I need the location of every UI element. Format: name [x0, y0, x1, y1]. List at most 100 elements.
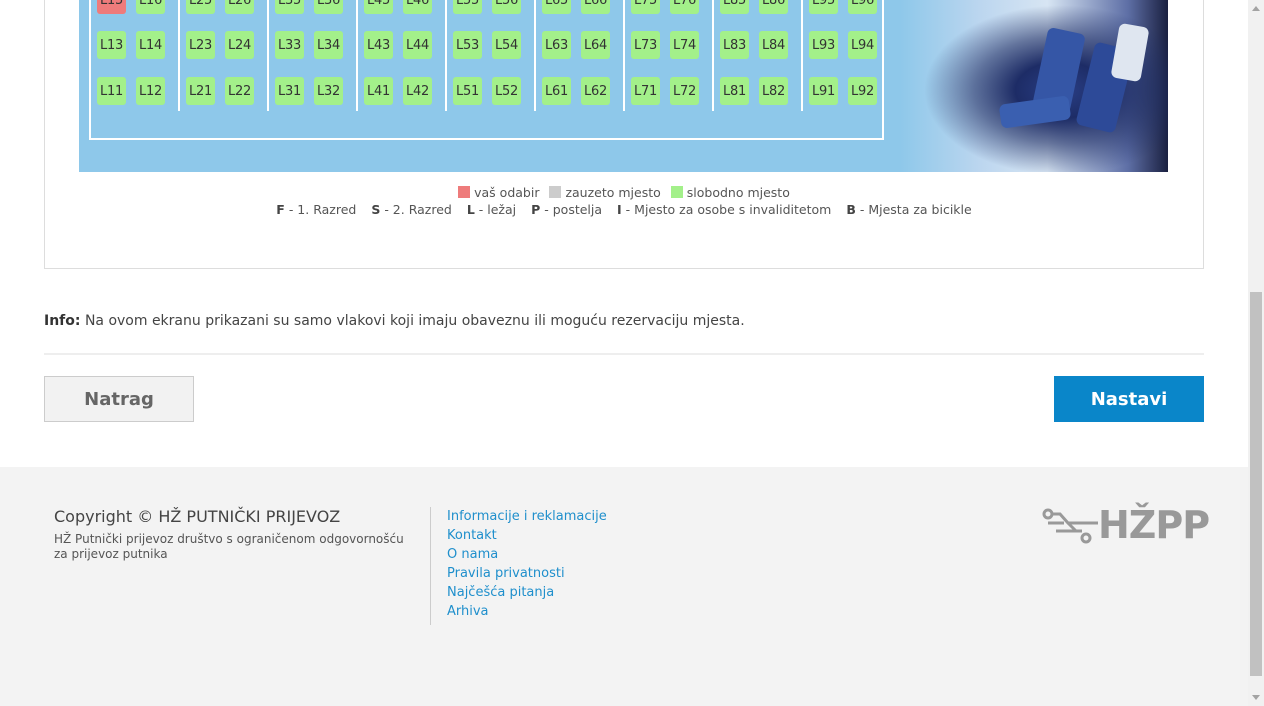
seat-l73[interactable]: L73	[631, 31, 660, 59]
seat-l65[interactable]: L65	[542, 0, 571, 14]
legend-key: S	[371, 202, 381, 217]
legend-text: - 2. Razred	[384, 202, 452, 217]
seat-l16[interactable]: L16	[136, 0, 165, 14]
seat-l35[interactable]: L35	[275, 0, 304, 14]
seat-l63[interactable]: L63	[542, 31, 571, 59]
seat-l32[interactable]: L32	[314, 77, 343, 105]
legend-free: slobodno mjesto	[686, 185, 790, 200]
continue-button[interactable]: Nastavi	[1054, 376, 1204, 422]
seat-l26[interactable]: L26	[225, 0, 254, 14]
legend-text: - Mjesta za bicikle	[859, 202, 972, 217]
cabin: L15 L16 L13 L14 L11 L12	[91, 0, 180, 111]
footer-copyright: Copyright © HŽ PUTNIČKI PRIJEVOZ HŽ Putn…	[54, 507, 414, 562]
seat-l82[interactable]: L82	[759, 77, 788, 105]
legend-selected: vaš odabir	[474, 185, 540, 200]
seat-l42[interactable]: L42	[403, 77, 432, 105]
seat-l85[interactable]: L85	[720, 0, 749, 14]
seat-l44[interactable]: L44	[403, 31, 432, 59]
back-button[interactable]: Natrag	[44, 376, 194, 422]
seat-l71[interactable]: L71	[631, 77, 660, 105]
seat-map-panel: L15 L16 L13 L14 L11 L12 L25 L26 L23 L24 L21 L22 L35 L…	[44, 0, 1204, 269]
footer-link-archive[interactable]: Arhiva	[447, 602, 607, 621]
seat-l64[interactable]: L64	[581, 31, 610, 59]
legend-text: - Mjesto za osobe s invaliditetom	[625, 202, 832, 217]
scroll-up-icon[interactable]	[1252, 6, 1260, 11]
info-label: Info:	[44, 313, 81, 329]
seat-l81[interactable]: L81	[720, 77, 749, 105]
footer-link-faq[interactable]: Najčešća pitanja	[447, 583, 607, 602]
cabin: L75 L76 L73 L74 L71 L72	[625, 0, 714, 111]
seat-l95[interactable]: L95	[809, 0, 838, 14]
logo-text: HŽPP	[1098, 503, 1210, 547]
seat-l72[interactable]: L72	[670, 77, 699, 105]
cabin: L85 L86 L83 L84 L81 L82	[714, 0, 803, 111]
seat-l55[interactable]: L55	[453, 0, 482, 14]
legend-key: P	[531, 202, 541, 217]
seat-l84[interactable]: L84	[759, 31, 788, 59]
footer-link-privacy[interactable]: Pravila privatnosti	[447, 564, 607, 583]
seat-l46[interactable]: L46	[403, 0, 432, 14]
seat-l43[interactable]: L43	[364, 31, 393, 59]
rail-circuit-icon	[1042, 508, 1098, 544]
seat-map: L15 L16 L13 L14 L11 L12 L25 L26 L23 L24 L21 L22 L35 L…	[79, 0, 1168, 172]
seat-l74[interactable]: L74	[670, 31, 699, 59]
cabin: L35 L36 L33 L34 L31 L32	[269, 0, 358, 111]
seat-l11[interactable]: L11	[97, 77, 126, 105]
seat-l83[interactable]: L83	[720, 31, 749, 59]
seat-l15[interactable]: L15	[97, 0, 126, 14]
info-text: Na ovom ekranu prikazani su samo vlakovi…	[84, 313, 745, 329]
seat-l75[interactable]: L75	[631, 0, 660, 14]
seat-l36[interactable]: L36	[314, 0, 343, 14]
class-legend: F - 1. Razred S - 2. Razred L - ležaj P …	[45, 202, 1203, 217]
seat-l51[interactable]: L51	[453, 77, 482, 105]
cabin: L45 L46 L43 L44 L41 L42	[358, 0, 447, 111]
seat-l12[interactable]: L12	[136, 77, 165, 105]
seat-l23[interactable]: L23	[186, 31, 215, 59]
footer-link-contact[interactable]: Kontakt	[447, 526, 607, 545]
footer-link-info[interactable]: Informacije i reklamacije	[447, 507, 607, 526]
seat-l94[interactable]: L94	[848, 31, 877, 59]
seat-l25[interactable]: L25	[186, 0, 215, 14]
legend-key: L	[466, 202, 475, 217]
seat-l31[interactable]: L31	[275, 77, 304, 105]
info-message: Info: Na ovom ekranu prikazani su samo v…	[44, 313, 745, 329]
selected-swatch	[458, 186, 471, 198]
cabin: L55 L56 L53 L54 L51 L52	[447, 0, 536, 111]
divider	[44, 353, 1204, 355]
seat-l24[interactable]: L24	[225, 31, 254, 59]
cabin: L25 L26 L23 L24 L21 L22	[180, 0, 269, 111]
seat-l96[interactable]: L96	[848, 0, 877, 14]
seat-l53[interactable]: L53	[453, 31, 482, 59]
free-swatch	[670, 186, 683, 198]
seat-l13[interactable]: L13	[97, 31, 126, 59]
seat-l62[interactable]: L62	[581, 77, 610, 105]
seat-l22[interactable]: L22	[225, 77, 254, 105]
footer-link-about[interactable]: O nama	[447, 545, 607, 564]
scrollbar-thumb[interactable]	[1250, 292, 1262, 676]
seat-l66[interactable]: L66	[581, 0, 610, 14]
page: L15 L16 L13 L14 L11 L12 L25 L26 L23 L24 L21 L22 L35 L…	[0, 0, 1248, 706]
seat-l52[interactable]: L52	[492, 77, 521, 105]
footer-links: Informacije i reklamacije Kontakt O nama…	[430, 507, 607, 625]
seat-l33[interactable]: L33	[275, 31, 304, 59]
copyright-text: Copyright © HŽ PUTNIČKI PRIJEVOZ	[54, 507, 341, 526]
coach-layout: L15 L16 L13 L14 L11 L12 L25 L26 L23 L24 L21 L22 L35 L…	[89, 0, 884, 140]
seat-l86[interactable]: L86	[759, 0, 788, 14]
seat-l21[interactable]: L21	[186, 77, 215, 105]
seat-l61[interactable]: L61	[542, 77, 571, 105]
seat-l34[interactable]: L34	[314, 31, 343, 59]
seat-l14[interactable]: L14	[136, 31, 165, 59]
seat-l41[interactable]: L41	[364, 77, 393, 105]
scroll-down-icon[interactable]	[1252, 695, 1260, 700]
seat-legend: vaš odabir zauzeto mjesto slobodno mjest…	[45, 185, 1203, 200]
seat-l92[interactable]: L92	[848, 77, 877, 105]
seat-l56[interactable]: L56	[492, 0, 521, 14]
seat-l93[interactable]: L93	[809, 31, 838, 59]
seat-l91[interactable]: L91	[809, 77, 838, 105]
seat-l54[interactable]: L54	[492, 31, 521, 59]
seat-l45[interactable]: L45	[364, 0, 393, 14]
legend-text: - ležaj	[478, 202, 517, 217]
vertical-scrollbar[interactable]	[1248, 0, 1264, 706]
hzpp-logo-icon[interactable]: HŽPP	[1042, 503, 1210, 547]
seat-l76[interactable]: L76	[670, 0, 699, 14]
